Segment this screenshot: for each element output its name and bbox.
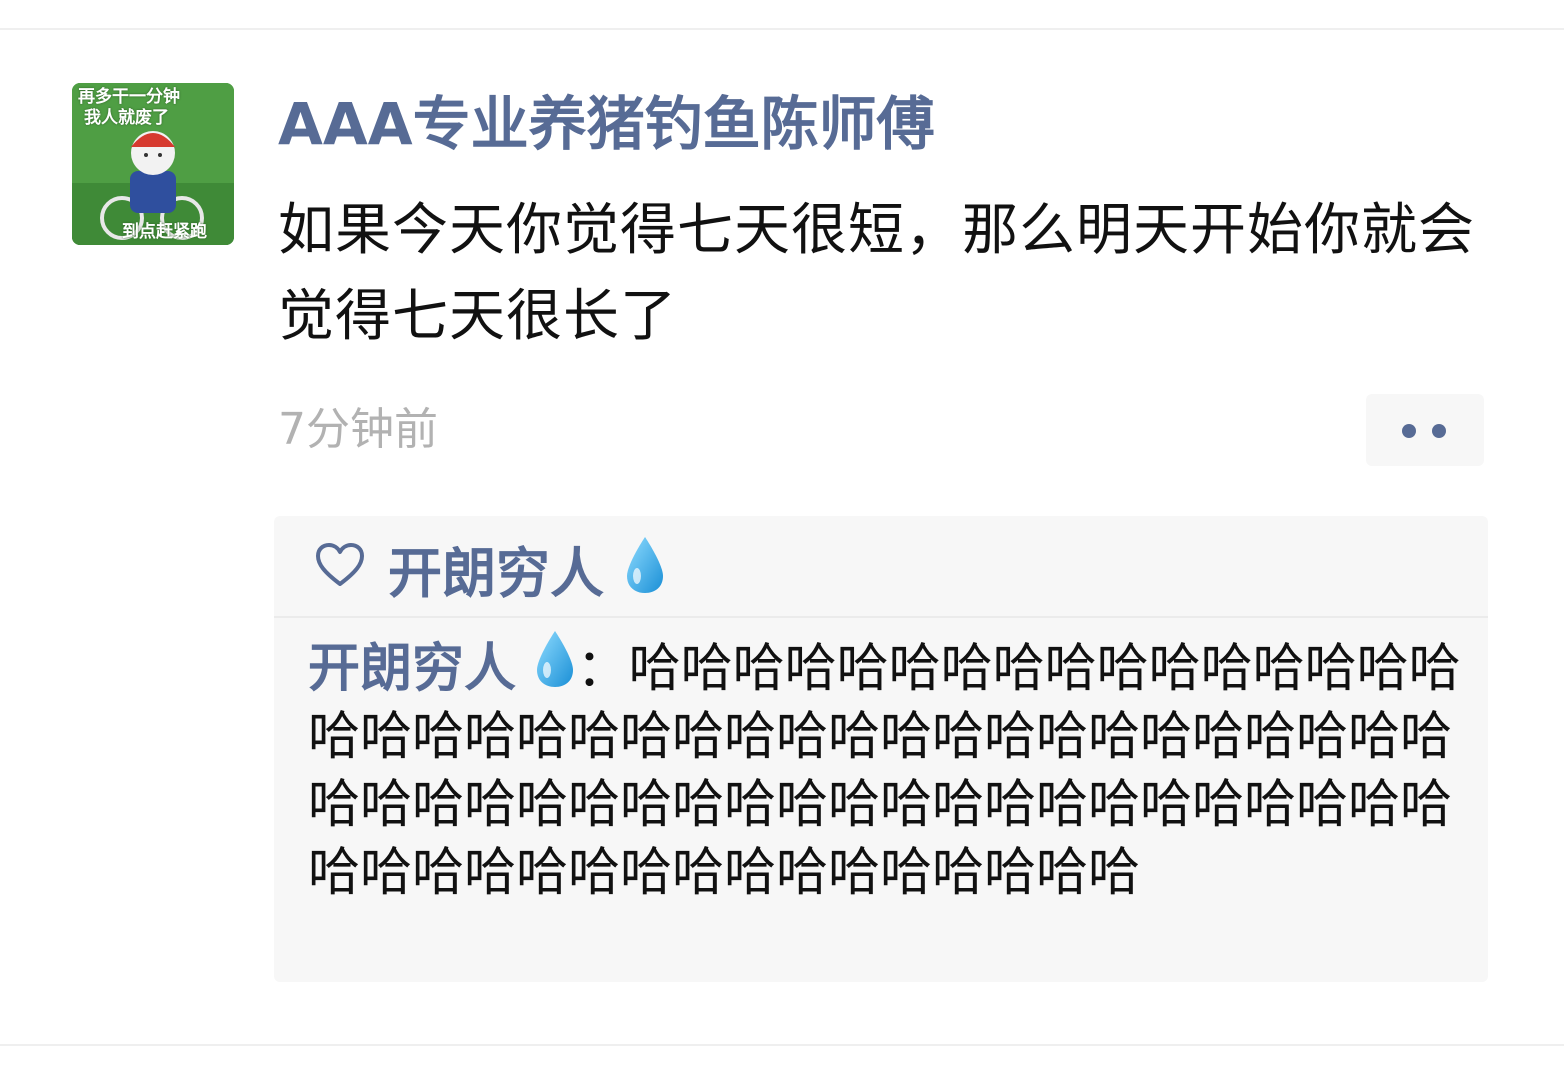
post-body-text: 如果今天你觉得七天很短，那么明天开始你就会觉得七天很长了 bbox=[278, 198, 1475, 349]
likes-row: 开朗穷人 bbox=[274, 516, 1488, 618]
interaction-panel: 开朗穷人 开朗穷人 ：哈哈哈哈哈哈哈哈哈哈哈哈哈哈哈哈哈哈哈哈哈哈哈哈哈哈哈哈哈… bbox=[274, 516, 1488, 982]
more-dot-icon bbox=[1402, 424, 1416, 438]
more-dot-icon bbox=[1432, 424, 1446, 438]
droplet-icon bbox=[626, 537, 663, 593]
post-author-name[interactable]: AAA专业养猪钓鱼陈师傅 bbox=[278, 88, 935, 160]
comment-separator: ： bbox=[576, 639, 629, 699]
comment-author-name[interactable]: 开朗穷人 bbox=[308, 639, 516, 699]
heart-icon bbox=[316, 543, 364, 586]
top-divider bbox=[0, 28, 1564, 30]
comment-item[interactable]: 开朗穷人 ：哈哈哈哈哈哈哈哈哈哈哈哈哈哈哈哈哈哈哈哈哈哈哈哈哈哈哈哈哈哈哈哈哈哈… bbox=[308, 628, 1468, 907]
more-actions-button[interactable] bbox=[1366, 394, 1484, 466]
like-user-name[interactable]: 开朗穷人 bbox=[388, 534, 667, 607]
post-timestamp: 7分钟前 bbox=[278, 404, 438, 455]
like-user-name-text: 开朗穷人 bbox=[388, 542, 604, 605]
avatar-caption-line2: 我人就废了 bbox=[84, 108, 169, 128]
avatar-caption-line1: 再多干一分钟 bbox=[78, 87, 180, 107]
avatar-caption-line3: 到点赶紧跑 bbox=[122, 222, 207, 242]
droplet-icon bbox=[536, 631, 573, 687]
avatar[interactable]: 再多干一分钟 我人就废了 到点赶紧跑 bbox=[72, 83, 234, 245]
bottom-divider bbox=[0, 1044, 1564, 1046]
